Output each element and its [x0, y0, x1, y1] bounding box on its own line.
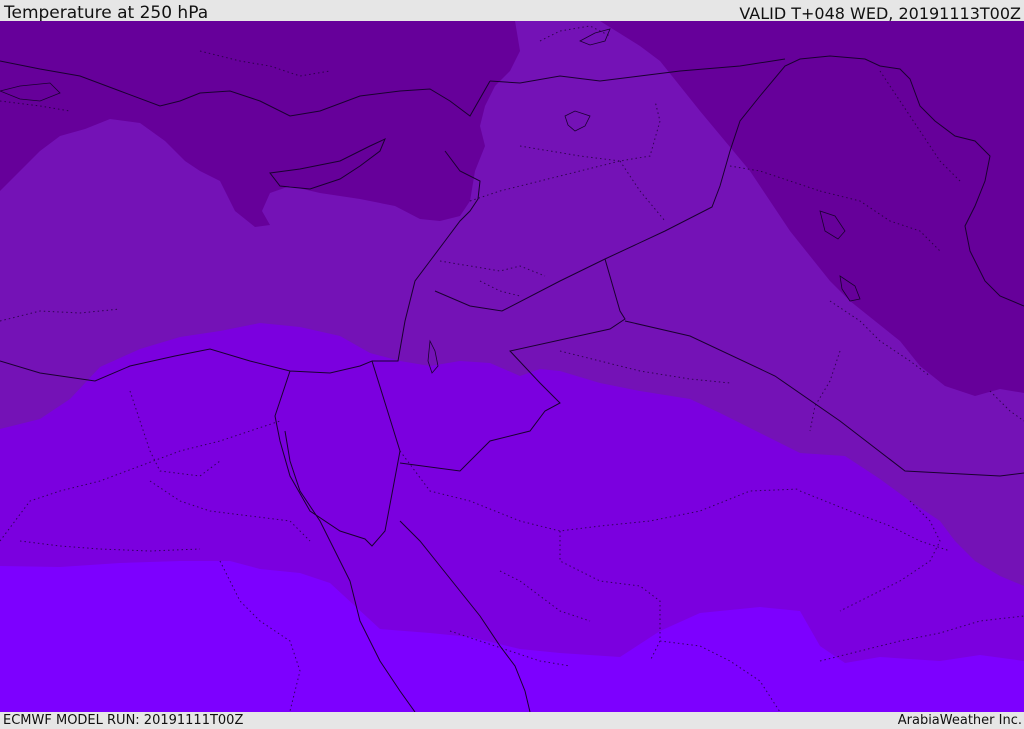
credit-label: ArabiaWeather Inc. [897, 713, 1022, 728]
model-run-label: ECMWF MODEL RUN: 20191111T00Z [3, 713, 244, 728]
header-bar: Temperature at 250 hPa VALID T+048 WED, … [0, 0, 1024, 23]
map-viewer: Temperature at 250 hPa VALID T+048 WED, … [0, 0, 1024, 729]
footer-bar: ECMWF MODEL RUN: 20191111T00Z ArabiaWeat… [0, 712, 1024, 729]
temperature-map[interactable] [0, 21, 1024, 712]
map-title: Temperature at 250 hPa [4, 3, 209, 23]
map-canvas [0, 21, 1024, 712]
